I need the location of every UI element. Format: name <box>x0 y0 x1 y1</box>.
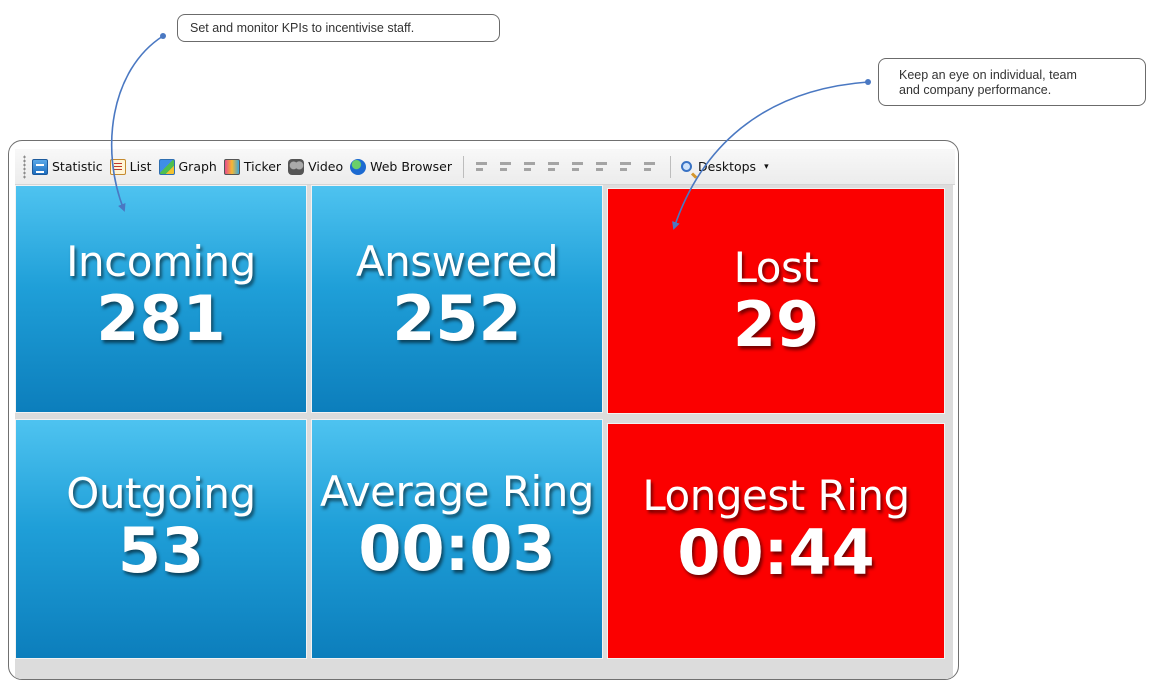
toolbar-separator <box>463 155 464 178</box>
tile-outgoing[interactable]: Outgoing 53 <box>15 419 307 659</box>
align-top-icon[interactable] <box>522 159 538 175</box>
callout-performance: Keep an eye on individual, team and comp… <box>878 58 1146 106</box>
tile-answered[interactable]: Answered 252 <box>311 185 603 413</box>
align-center-horizontal-icon[interactable] <box>570 159 586 175</box>
align-left-icon[interactable] <box>474 159 490 175</box>
align-bottom-icon[interactable] <box>546 159 562 175</box>
tile-label: Outgoing <box>66 469 256 518</box>
tile-incoming[interactable]: Incoming 281 <box>15 185 307 413</box>
statistic-icon <box>32 158 48 175</box>
toolbar-separator-2 <box>670 155 671 178</box>
callout-performance-line2: and company performance. <box>899 83 1052 97</box>
toolbar-grip[interactable] <box>23 154 26 179</box>
toolbar: Statistic List Graph Ticker Video Web Br… <box>15 149 955 185</box>
statistic-button[interactable]: Statistic <box>32 158 103 175</box>
desktops-label: Desktops <box>698 159 757 174</box>
tile-label: Average Ring <box>320 467 594 516</box>
graph-label: Graph <box>178 159 217 174</box>
tile-value: 53 <box>117 514 205 587</box>
arrow-origin-dot <box>865 79 871 85</box>
video-button[interactable]: Video <box>288 158 344 175</box>
ticker-icon <box>223 158 240 175</box>
ticker-button[interactable]: Ticker <box>223 158 282 175</box>
align-right-icon[interactable] <box>498 159 514 175</box>
list-label: List <box>129 159 152 174</box>
web-browser-button[interactable]: Web Browser <box>350 158 452 175</box>
tile-average-ring[interactable]: Average Ring 00:03 <box>311 419 603 659</box>
list-button[interactable]: List <box>109 158 152 175</box>
tile-value: 281 <box>96 282 226 355</box>
callout-kpi: Set and monitor KPIs to incentivise staf… <box>177 14 500 42</box>
graph-button[interactable]: Graph <box>158 158 217 175</box>
graph-icon <box>158 158 175 175</box>
web-browser-icon <box>350 158 367 175</box>
statistic-label: Statistic <box>52 159 103 174</box>
tile-value: 29 <box>732 288 820 361</box>
tile-value: 252 <box>392 282 522 355</box>
align-center-vertical-icon[interactable] <box>594 159 610 175</box>
tile-label: Incoming <box>66 237 256 286</box>
callout-performance-line1: Keep an eye on individual, team <box>899 68 1077 82</box>
chevron-down-icon: ▾ <box>764 161 769 172</box>
tile-longest-ring[interactable]: Longest Ring 00:44 <box>607 423 945 659</box>
web-browser-label: Web Browser <box>370 159 452 174</box>
tile-label: Longest Ring <box>642 471 910 520</box>
ticker-label: Ticker <box>243 159 282 174</box>
arrow-origin-dot <box>160 33 166 39</box>
list-icon <box>109 158 126 175</box>
distribute-horizontal-icon[interactable] <box>618 159 634 175</box>
callout-kpi-text: Set and monitor KPIs to incentivise staf… <box>190 21 415 35</box>
kpi-grid: Incoming 281 Answered 252 Lost 29 Outgoi… <box>15 185 953 679</box>
search-icon <box>681 161 692 172</box>
dashboard-window: Statistic List Graph Ticker Video Web Br… <box>8 140 959 680</box>
tile-lost[interactable]: Lost 29 <box>607 188 945 414</box>
tile-label: Answered <box>355 237 559 286</box>
tile-value: 00:03 <box>358 512 556 585</box>
distribute-vertical-icon[interactable] <box>642 159 658 175</box>
video-label: Video <box>308 159 344 174</box>
video-icon <box>288 158 305 175</box>
tile-label: Lost <box>733 243 819 292</box>
desktops-dropdown[interactable]: Desktops ▾ <box>681 159 769 174</box>
tile-value: 00:44 <box>677 516 875 589</box>
